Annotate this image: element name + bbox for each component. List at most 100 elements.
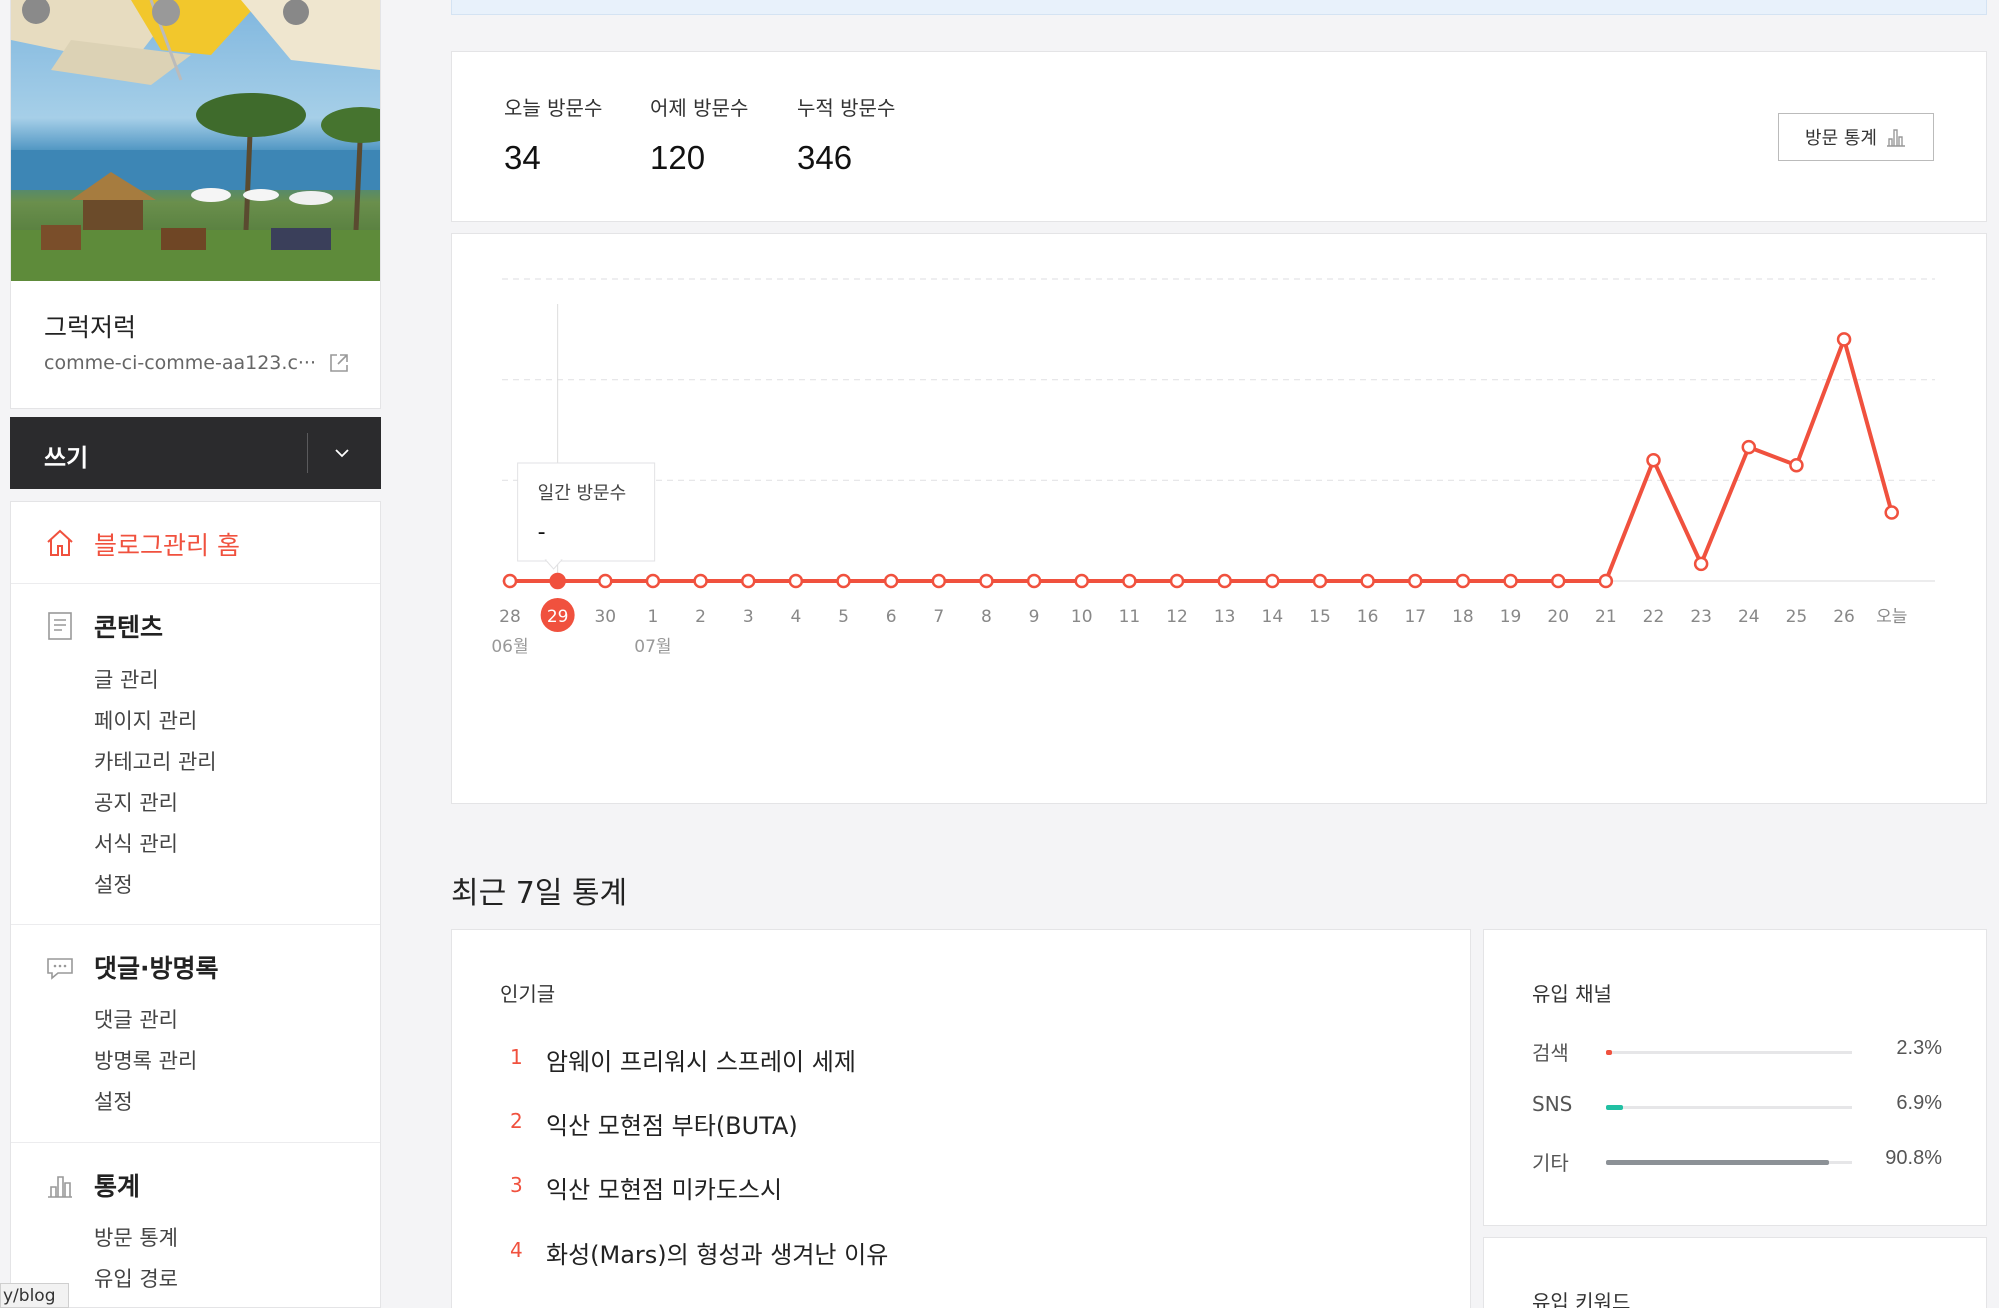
data-point[interactable] [598, 573, 613, 589]
data-point[interactable] [1598, 573, 1614, 589]
traffic-channels-title: 유입 채널 [1532, 982, 1612, 1006]
menu-item-comments[interactable]: 댓글 관리 [94, 1004, 178, 1034]
x-tick-label: 20 [1547, 607, 1569, 627]
data-point[interactable] [502, 573, 518, 589]
popular-post-item[interactable]: 4 화성(Mars)의 형성과 생겨난 이유 [510, 1235, 888, 1270]
menu-item-referrers[interactable]: 유입 경로 [94, 1263, 178, 1293]
x-tick-label: 12 [1166, 607, 1188, 627]
x-tick-label: 23 [1690, 607, 1712, 627]
menu-item-home[interactable]: 블로그관리 홈 [11, 502, 380, 584]
popular-post-item[interactable]: 2 익산 모현점 부타(BUTA) [510, 1106, 798, 1141]
channel-label: 기타 [1532, 1151, 1569, 1175]
menu-item-comments-settings[interactable]: 설정 [94, 1086, 133, 1116]
total-visits: 누적 방문수 346 [797, 92, 895, 177]
chevron-down-icon[interactable] [330, 441, 354, 465]
menu-divider [11, 924, 380, 925]
data-point[interactable] [1550, 573, 1566, 589]
data-point[interactable] [1360, 573, 1375, 589]
data-point[interactable] [1312, 573, 1328, 589]
data-point[interactable] [1074, 573, 1089, 589]
data-point[interactable] [1265, 573, 1280, 589]
data-point[interactable] [549, 572, 566, 590]
sidebar: 그럭저럭 comme-ci-comme-aa123.c··· 쓰기 블로그관리 … [10, 0, 381, 1308]
data-point[interactable] [788, 573, 804, 589]
menu-item-categories[interactable]: 카테고리 관리 [94, 746, 217, 776]
data-point[interactable] [1455, 573, 1471, 589]
today-visits: 오늘 방문수 34 [504, 92, 602, 177]
data-point[interactable] [1741, 439, 1757, 455]
blog-cover-image[interactable] [11, 0, 380, 281]
x-tick-label: 18 [1452, 607, 1474, 627]
write-divider [307, 433, 308, 473]
visit-stats-button[interactable]: 방문 통계 [1778, 113, 1934, 161]
data-point[interactable] [931, 573, 947, 589]
blog-profile-card: 그럭저럭 comme-ci-comme-aa123.c··· [10, 0, 381, 409]
menu-item-pages[interactable]: 페이지 관리 [94, 705, 197, 735]
total-visits-value: 346 [797, 139, 853, 176]
x-tick-label: 22 [1643, 607, 1665, 627]
menu-item-guestbook[interactable]: 방명록 관리 [94, 1045, 197, 1075]
daily-visits-chart[interactable]: 28 29 30 1 2 3 4 5 6 7 8 9 10 11 12 13 14 15 16 17 18 19 20 21 2… [452, 234, 1986, 803]
tooltip-value: - [538, 520, 546, 545]
x-tick-label: 4 [790, 607, 801, 627]
data-point[interactable] [1836, 332, 1852, 347]
data-point[interactable] [1408, 573, 1423, 589]
status-bar-url: y/blog [0, 1283, 69, 1308]
tooltip-title: 일간 방문수 [538, 483, 627, 504]
channel-row-sns: SNS 6.9% [1532, 1092, 1942, 1122]
channel-value: 2.3% [1896, 1037, 1942, 1059]
popular-post-rank: 2 [510, 1109, 523, 1133]
channel-row-other: 기타 90.8% [1532, 1147, 1942, 1177]
menu-section-comments-title: 댓글·방명록 [94, 954, 219, 983]
data-point[interactable] [1646, 452, 1661, 468]
x-tick-label: 오늘 [1876, 607, 1907, 627]
data-point[interactable] [1169, 573, 1185, 589]
popular-post-title: 익산 모현점 부타(BUTA) [546, 1112, 798, 1140]
search-keywords-card: 유입 키워드 [1483, 1237, 1987, 1308]
popular-posts-card: 인기글 1 암웨이 프리워시 스프레이 세제 2 익산 모현점 부타(BUTA)… [451, 929, 1471, 1308]
popular-post-item[interactable]: 3 익산 모현점 미카도스시 [510, 1170, 782, 1205]
chart-tooltip: 일간 방문수 - [517, 462, 656, 570]
x-tick-label: 5 [838, 607, 849, 627]
x-tick-label: 9 [1029, 607, 1040, 627]
x-tick-label: 10 [1071, 607, 1093, 627]
data-point[interactable] [693, 573, 708, 589]
write-button[interactable]: 쓰기 [10, 417, 381, 489]
menu-section-contents-title: 콘텐츠 [94, 613, 164, 642]
data-point[interactable] [1026, 573, 1042, 589]
yesterday-visits-value: 120 [650, 139, 706, 176]
popular-posts-title: 인기글 [500, 982, 556, 1006]
channel-label: 검색 [1532, 1041, 1569, 1065]
data-point[interactable] [1217, 573, 1232, 589]
x-tick-label: 24 [1738, 607, 1760, 627]
search-keywords-title: 유입 키워드 [1532, 1290, 1631, 1308]
x-tick-label: 14 [1262, 607, 1284, 627]
external-link-icon[interactable] [328, 352, 350, 374]
data-point[interactable] [1884, 505, 1899, 520]
x-tick-label: 2 [695, 607, 706, 627]
menu-item-contents-settings[interactable]: 설정 [94, 869, 133, 899]
bar-chart-icon [1886, 129, 1905, 147]
menu-section-stats[interactable]: 통계 [44, 1167, 140, 1203]
menu-item-templates[interactable]: 서식 관리 [94, 828, 178, 858]
data-point[interactable] [836, 573, 851, 589]
menu-item-visit-stats[interactable]: 방문 통계 [94, 1222, 178, 1252]
data-point[interactable] [740, 573, 756, 589]
menu-section-contents[interactable]: 콘텐츠 [44, 608, 163, 644]
data-point[interactable] [883, 573, 899, 589]
x-tick-label: 11 [1119, 607, 1141, 627]
menu-item-notices[interactable]: 공지 관리 [94, 787, 178, 817]
x-month-label: 07월 [634, 637, 671, 657]
menu-section-comments[interactable]: 댓글·방명록 [44, 949, 219, 985]
data-point[interactable] [1503, 573, 1518, 589]
menu-item-posts[interactable]: 글 관리 [94, 664, 159, 694]
data-point[interactable] [1789, 457, 1804, 473]
blog-url[interactable]: comme-ci-comme-aa123.c··· [44, 352, 316, 374]
data-point[interactable] [1122, 573, 1137, 589]
data-point[interactable] [645, 573, 661, 589]
x-tick-label: 17 [1404, 607, 1426, 627]
data-point[interactable] [1693, 556, 1709, 572]
data-point[interactable] [979, 573, 994, 589]
popular-post-item[interactable]: 1 암웨이 프리워시 스프레이 세제 [510, 1042, 856, 1077]
yesterday-visits-label: 어제 방문수 [650, 96, 749, 120]
